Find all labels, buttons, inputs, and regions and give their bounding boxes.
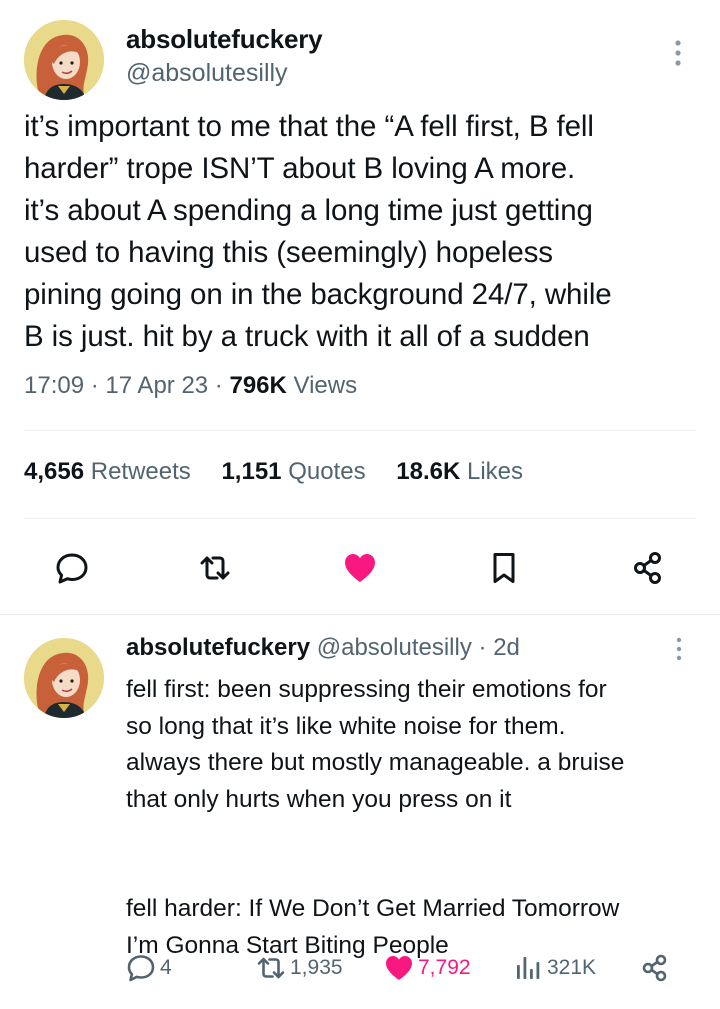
display-name[interactable]: absolutefuckery <box>126 24 323 55</box>
user-handle[interactable]: @absolutesilly <box>317 634 472 661</box>
reply-icon <box>127 955 155 982</box>
retweets-count: 1,935 <box>290 956 343 979</box>
more-options-icon[interactable] <box>674 636 684 662</box>
quotes-count: 1,151 <box>221 458 282 485</box>
tweet-text-line: harder” trope ISN’T about B loving A mor… <box>24 152 576 185</box>
retweet-icon <box>200 556 230 580</box>
likes-count: 7,792 <box>418 956 471 979</box>
likes-stat[interactable]: 18.6K Likes <box>396 458 523 485</box>
reply-text-line: so long that it’s like white noise for t… <box>126 712 566 740</box>
avatar[interactable] <box>24 638 104 718</box>
avatar-illustration <box>24 20 104 100</box>
replies-count: 4 <box>160 956 172 979</box>
reply-text-line: fell harder: If We Don’t Get Married Tom… <box>126 895 620 922</box>
reply-text: fell first: been suppressing their emoti… <box>126 672 706 964</box>
share-button[interactable] <box>626 546 670 590</box>
tweet-time-ago[interactable]: 2d <box>493 634 520 661</box>
meta-separator: · <box>478 634 487 661</box>
divider <box>24 518 696 519</box>
tweet-date[interactable]: 17 Apr 23 <box>105 372 208 399</box>
reply-retweet-button[interactable]: 1,935 <box>256 951 343 985</box>
like-icon-filled <box>345 554 375 582</box>
tweet-text-line: used to having this (seemingly) hopeless <box>24 236 553 269</box>
like-button[interactable] <box>338 546 382 590</box>
avatar-illustration <box>24 638 104 718</box>
tweet-text-line: B is just. hit by a truck with it all of… <box>24 320 590 353</box>
quotes-label: Quotes <box>288 458 366 485</box>
tweet-meta: 17:09 · 17 Apr 23 · 796K Views <box>24 372 357 400</box>
likes-label: Likes <box>466 458 523 485</box>
meta-separator: · <box>84 372 106 399</box>
retweet-button[interactable] <box>193 546 237 590</box>
reply-views-button[interactable]: 321K <box>513 951 596 985</box>
divider <box>24 430 696 431</box>
meta-separator: · <box>208 372 230 399</box>
share-icon <box>642 954 667 982</box>
like-icon-filled <box>386 956 412 980</box>
retweets-stat[interactable]: 4,656 Retweets <box>24 458 191 485</box>
engagement-stats: 4,656 Retweets 1,151 Quotes 18.6K Likes <box>24 458 547 486</box>
share-icon <box>634 552 661 584</box>
section-divider <box>0 614 720 615</box>
reply-text-line: that only hurts when you press on it <box>126 785 512 813</box>
tweet-text-line: it’s important to me that the “A fell fi… <box>24 110 594 143</box>
quotes-stat[interactable]: 1,151 Quotes <box>221 458 365 485</box>
retweet-icon <box>257 957 285 979</box>
views-label: Views <box>293 372 358 399</box>
reply-share-button[interactable] <box>640 951 674 985</box>
views-count: 796K <box>229 372 287 399</box>
retweets-label: Retweets <box>90 458 191 485</box>
likes-count: 18.6K <box>396 458 461 485</box>
retweets-count: 4,656 <box>24 458 85 485</box>
bookmark-button[interactable] <box>482 546 526 590</box>
bookmark-icon <box>493 553 515 583</box>
reply-replies-button[interactable]: 4 <box>126 951 172 985</box>
tweet-time[interactable]: 17:09 <box>24 372 84 399</box>
views-count: 321K <box>547 956 597 979</box>
reply-text-line: always there but mostly manageable. a br… <box>126 749 625 776</box>
tweet-text-line: it’s about A spending a long time just g… <box>24 194 593 227</box>
reply-button[interactable] <box>50 546 94 590</box>
display-name[interactable]: absolutefuckery <box>126 634 310 661</box>
user-handle[interactable]: @absolutesilly <box>126 59 288 88</box>
reply-like-button[interactable]: 7,792 <box>384 951 471 985</box>
reply-icon <box>56 553 88 584</box>
tweet-text: it’s important to me that the “A fell fi… <box>24 106 704 358</box>
views-icon <box>517 957 540 979</box>
more-options-icon[interactable] <box>672 38 684 68</box>
reply-header: absolutefuckery @absolutesilly · 2d <box>126 634 520 662</box>
avatar[interactable] <box>24 20 104 100</box>
reply-text-line: fell first: been suppressing their emoti… <box>126 676 607 703</box>
tweet-text-line: pining going on in the background 24/7, … <box>24 278 612 311</box>
